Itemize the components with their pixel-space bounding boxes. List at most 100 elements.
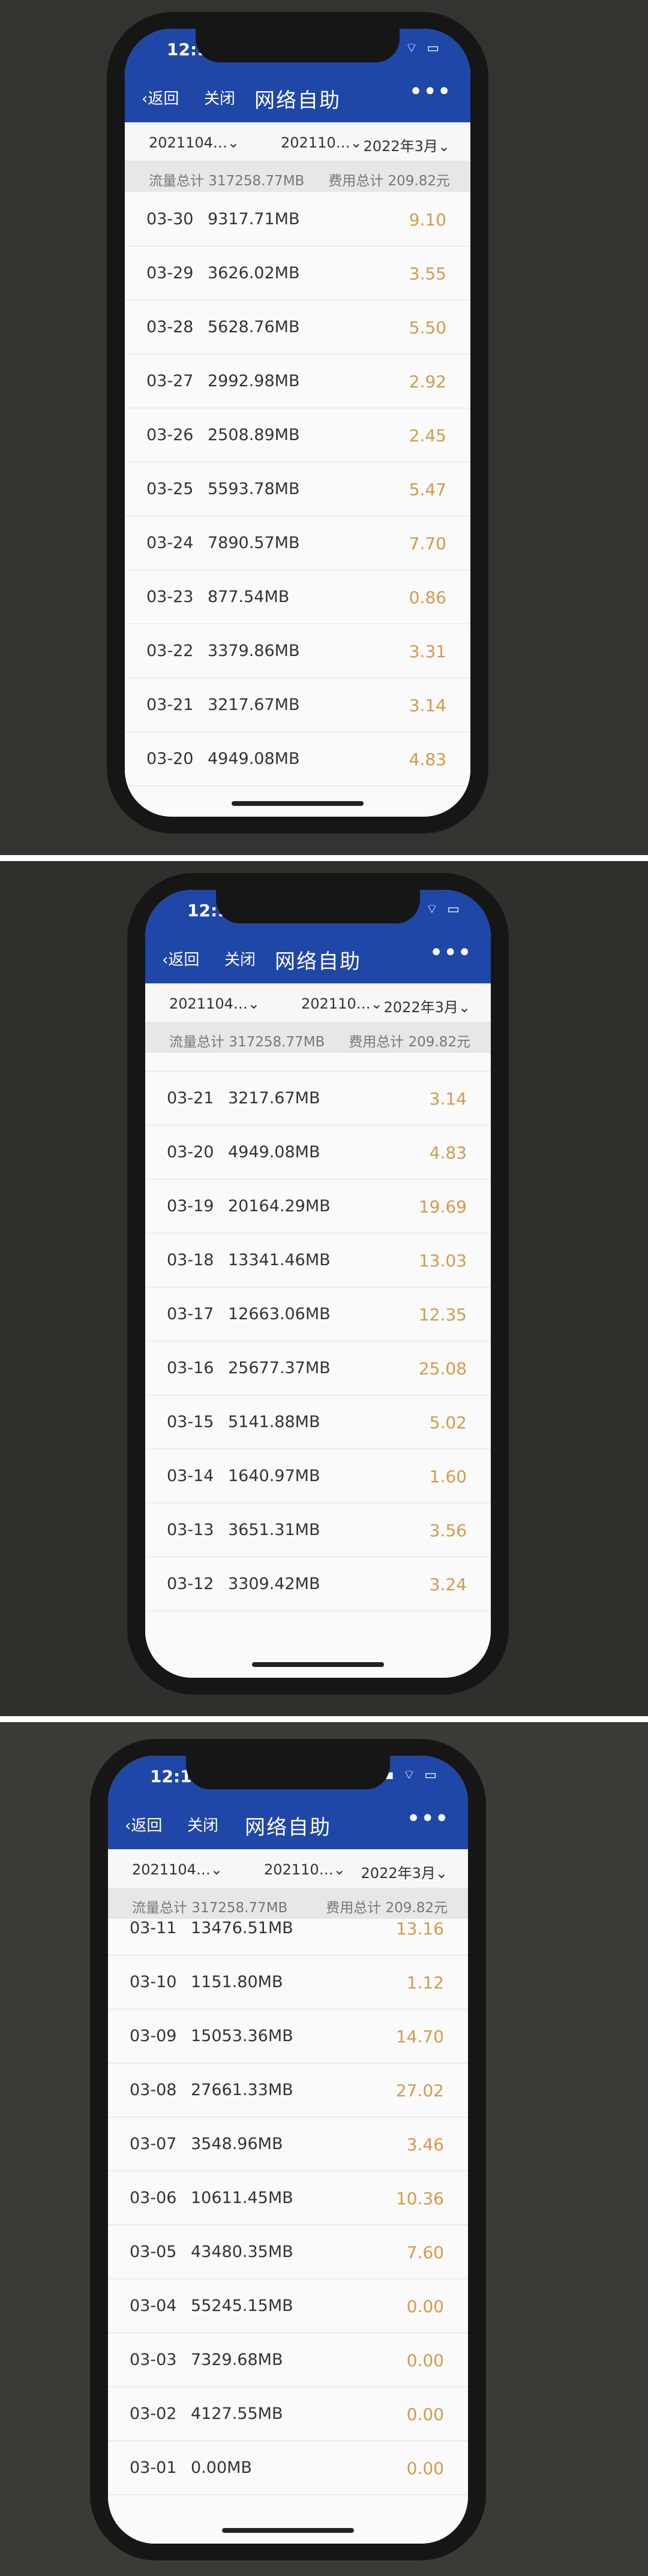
more-menu-icon[interactable]: •••	[429, 939, 472, 967]
list-item[interactable]: 03-22 3379.86MB 3.31	[125, 624, 470, 678]
more-menu-icon[interactable]: •••	[409, 78, 451, 106]
row-traffic: 1151.80MB	[191, 1973, 283, 1991]
nav-bar: ‹返回 关闭 网络自助 •••	[125, 71, 470, 122]
list-item[interactable]: 03-19 20164.29MB 19.69	[145, 1179, 491, 1233]
list-item[interactable]: 03-21 3217.67MB 3.14	[125, 678, 470, 732]
list-item[interactable]: 03-18 13341.46MB 13.03	[145, 1233, 491, 1287]
row-date: 03-03	[130, 2351, 177, 2369]
list-item[interactable]: 03-29 3626.02MB 3.55	[125, 246, 470, 300]
filter-bar: 2021104…⌄ 202110…⌄ 2022年3月⌄	[108, 1849, 468, 1888]
row-fee: 7.70	[409, 534, 446, 553]
list-item[interactable]: 03-25 5593.78MB 5.47	[125, 462, 470, 516]
row-traffic: 7329.68MB	[191, 2351, 283, 2369]
row-fee: 3.14	[429, 1089, 467, 1109]
notch	[196, 29, 400, 62]
phone-body: 12:16 ▪▪▪ ⌔ ▭ ‹返回 关闭 网络自助 ••• 2021104…⌄ …	[127, 873, 509, 1695]
row-fee: 3.46	[406, 2135, 444, 2154]
list-item[interactable]: 03-13 3651.31MB 3.56	[145, 1503, 491, 1557]
row-traffic: 25677.37MB	[228, 1359, 331, 1377]
filter-bar: 2021104…⌄ 202110…⌄ 2022年3月⌄	[145, 983, 491, 1022]
list-item[interactable]: 03-16 25677.37MB 25.08	[145, 1341, 491, 1395]
list-item[interactable]: 03-05 43480.35MB 7.60	[108, 2225, 468, 2279]
row-fee: 0.00	[406, 2351, 444, 2370]
list-item[interactable]: 03-01 0.00MB 0.00	[108, 2440, 468, 2495]
row-date: 03-09	[130, 2027, 177, 2045]
list-item[interactable]: 03-24 7890.57MB 7.70	[125, 516, 470, 570]
row-fee: 0.86	[409, 588, 446, 607]
account-select[interactable]: 2021104…⌄	[132, 1861, 223, 1878]
range-select[interactable]: 202110…⌄	[301, 995, 383, 1012]
row-fee: 25.08	[418, 1359, 467, 1379]
row-date: 03-07	[130, 2135, 177, 2153]
list-item[interactable]: 03-08 27661.33MB 27.02	[108, 2063, 468, 2117]
row-traffic: 12663.06MB	[228, 1305, 331, 1323]
list-item[interactable]: 03-04 55245.15MB 0.00	[108, 2279, 468, 2333]
row-traffic: 20164.29MB	[228, 1197, 331, 1215]
fee-total: 费用总计 209.82元	[349, 1034, 470, 1050]
row-fee: 12.35	[418, 1305, 467, 1325]
row-traffic: 15053.36MB	[191, 2027, 293, 2045]
row-date: 03-30	[146, 210, 194, 228]
list-item[interactable]: 03-06 10611.45MB 10.36	[108, 2171, 468, 2225]
list-item[interactable]: 03-10 1151.80MB 1.12	[108, 1955, 468, 2009]
row-traffic: 3626.02MB	[208, 264, 300, 282]
row-traffic: 2508.89MB	[208, 426, 300, 444]
month-select[interactable]: 2022年3月⌄	[384, 995, 470, 1016]
notch	[186, 1756, 390, 1789]
list-item[interactable]: 03-23 877.54MB 0.86	[125, 570, 470, 624]
month-select[interactable]: 2022年3月⌄	[361, 1861, 448, 1882]
list-item[interactable]: 03-30 9317.71MB 9.10	[125, 192, 470, 246]
row-date: 03-27	[146, 372, 194, 390]
list-item[interactable]: 03-26 2508.89MB 2.45	[125, 408, 470, 462]
account-select[interactable]: 2021104…⌄	[149, 134, 239, 151]
list-item[interactable]: 03-27 2992.98MB 2.92	[125, 354, 470, 408]
row-date: 03-05	[130, 2243, 177, 2261]
row-fee: 3.31	[409, 642, 446, 661]
row-date: 03-16	[167, 1359, 214, 1377]
row-date: 03-15	[167, 1413, 214, 1431]
list-item[interactable]: 03-12 3309.42MB 3.24	[145, 1557, 491, 1611]
row-traffic: 27661.33MB	[191, 2081, 293, 2099]
row-fee: 0.00	[406, 2405, 444, 2424]
row-date: 03-14	[167, 1467, 214, 1485]
list-item[interactable]: 03-17 12663.06MB 12.35	[145, 1287, 491, 1341]
list-item[interactable]: 03-02 4127.55MB 0.00	[108, 2387, 468, 2441]
list-item[interactable]: 03-11 13476.51MB 13.16	[108, 1919, 468, 1955]
range-select[interactable]: 202110…⌄	[281, 134, 362, 151]
row-fee: 3.31	[430, 1053, 467, 1055]
list-item[interactable]: 03-14 1640.97MB 1.60	[145, 1449, 491, 1503]
list-item[interactable]: 03-09 15053.36MB 14.70	[108, 2009, 468, 2063]
more-menu-icon[interactable]: •••	[406, 1805, 449, 1832]
phone-screen: 12:16 ▪▪▪ ⌔ ▭ ‹返回 关闭 网络自助 ••• 2021104…⌄ …	[145, 890, 491, 1678]
filter-bar: 2021104…⌄ 202110…⌄ 2022年3月⌄	[125, 122, 470, 161]
row-traffic: 1640.97MB	[228, 1467, 320, 1485]
row-traffic: 0.00MB	[191, 2458, 252, 2477]
list-item[interactable]: 03-22 3379.86MB 3.31	[145, 1053, 491, 1072]
row-fee: 7.60	[406, 2243, 444, 2262]
row-traffic: 5628.76MB	[208, 318, 300, 336]
list-item[interactable]: 03-20 4949.08MB 4.83	[125, 732, 470, 786]
row-fee: 14.70	[395, 2027, 444, 2047]
list-item[interactable]: 03-07 3548.96MB 3.46	[108, 2117, 468, 2171]
row-date: 03-20	[146, 750, 194, 768]
row-traffic: 4949.08MB	[228, 1143, 320, 1161]
row-traffic: 5141.88MB	[228, 1413, 320, 1431]
account-select[interactable]: 2021104…⌄	[169, 995, 260, 1012]
home-indicator	[222, 2528, 354, 2533]
usage-list: 03-30 9317.71MB 9.10 03-29 3626.02MB 3.55 03…	[125, 192, 470, 817]
row-traffic: 4127.55MB	[191, 2405, 283, 2423]
row-fee: 10.36	[395, 2189, 444, 2208]
list-item[interactable]: 03-21 3217.67MB 3.14	[145, 1071, 491, 1126]
month-select[interactable]: 2022年3月⌄	[364, 134, 450, 155]
traffic-total: 流量总计 317258.77MB	[149, 173, 305, 189]
row-fee: 5.02	[429, 1413, 467, 1433]
list-item[interactable]: 03-28 5628.76MB 5.50	[125, 300, 470, 354]
row-date: 03-13	[167, 1521, 214, 1539]
row-fee: 4.83	[429, 1143, 467, 1163]
list-item[interactable]: 03-15 5141.88MB 5.02	[145, 1395, 491, 1449]
list-item[interactable]: 03-20 4949.08MB 4.83	[145, 1125, 491, 1179]
range-select[interactable]: 202110…⌄	[264, 1861, 346, 1878]
row-date: 03-02	[130, 2405, 177, 2423]
list-item[interactable]: 03-03 7329.68MB 0.00	[108, 2333, 468, 2387]
row-date: 03-20	[167, 1143, 214, 1161]
